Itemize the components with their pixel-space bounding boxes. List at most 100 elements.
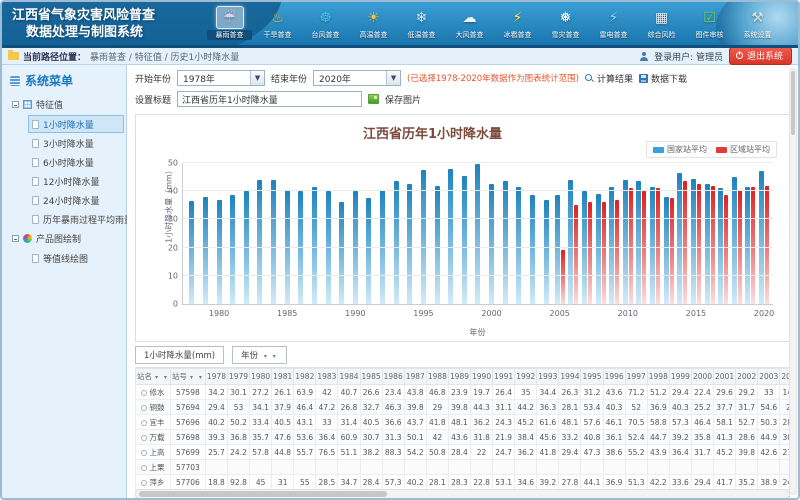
national-bar-1984[interactable] — [271, 180, 276, 304]
column-header-year-1988[interactable]: 1988 — [426, 369, 448, 385]
sort-arrows-icon[interactable]: ▾ ▾ — [155, 374, 169, 381]
regional-bar-2014[interactable] — [683, 181, 687, 304]
national-bar-1981[interactable] — [230, 195, 235, 304]
calculate-button[interactable]: 计算结果 — [585, 72, 633, 85]
national-bar-2011[interactable] — [636, 181, 641, 304]
column-header-year-1985[interactable]: 1985 — [360, 369, 382, 385]
national-bar-2003[interactable] — [530, 195, 535, 304]
national-bar-2019[interactable] — [745, 187, 750, 304]
nav-item-lightning[interactable]: ⚡雷电普查 — [591, 6, 636, 40]
scrollbar-thumb[interactable] — [791, 71, 795, 135]
national-bar-1983[interactable] — [257, 180, 262, 304]
table-row[interactable]: 宜丰5769640.250.233.440.543.13331.440.536.… — [136, 415, 791, 430]
column-header-year-1990[interactable]: 1990 — [471, 369, 493, 385]
row-select-radio[interactable] — [141, 420, 147, 426]
table-row[interactable]: 萍乡5770618.892.845315528.534.728.457.340.… — [136, 475, 791, 490]
tree-group-product-drawing[interactable]: 产品图绘制 — [2, 229, 126, 248]
national-bar-1980[interactable] — [217, 200, 222, 304]
row-select-radio[interactable] — [141, 390, 147, 396]
column-header-year-2003[interactable]: 2003 — [758, 369, 780, 385]
save-image-button[interactable]: 保存图片 — [385, 93, 421, 106]
station-name-cell[interactable]: 上高 — [136, 445, 171, 460]
nav-item-system-settings[interactable]: ⚒系统设置 — [735, 6, 780, 40]
nav-item-comprehensive-risk[interactable]: ▦综合风险 — [639, 6, 684, 40]
row-select-radio[interactable] — [141, 405, 147, 411]
chart-legend[interactable]: 国家站平均 区域站平均 — [646, 141, 777, 158]
column-header-year-1993[interactable]: 1993 — [537, 369, 559, 385]
national-bar-2009[interactable] — [609, 187, 614, 304]
national-bar-1996[interactable] — [435, 186, 440, 304]
national-bar-2018[interactable] — [732, 177, 737, 304]
regional-bar-2020[interactable] — [765, 186, 769, 304]
column-header-year-2001[interactable]: 2001 — [714, 369, 736, 385]
national-bar-2012[interactable] — [650, 187, 655, 304]
column-header-year-1987[interactable]: 1987 — [404, 369, 426, 385]
column-header-station-name[interactable]: 站名▾ ▾ — [136, 369, 171, 385]
row-select-radio[interactable] — [141, 465, 147, 471]
tree-item[interactable]: 6小时降水量 — [28, 153, 124, 171]
regional-bar-2015[interactable] — [697, 184, 701, 304]
tree-item[interactable]: 24小时降水量 — [28, 191, 124, 209]
nav-item-rainstorm[interactable]: ☔暴雨普查 — [207, 6, 252, 40]
national-bar-1979[interactable] — [203, 197, 208, 304]
regional-bar-2016[interactable] — [711, 186, 715, 304]
column-header-station-id[interactable]: 站号▾ ▾ — [170, 369, 205, 385]
column-header-year-1983[interactable]: 1983 — [316, 369, 338, 385]
vertical-scrollbar[interactable] — [789, 68, 797, 495]
column-header-year-1980[interactable]: 1980 — [250, 369, 272, 385]
station-table-scroll[interactable]: 站名▾ ▾站号▾ ▾197819791980198119821983198419… — [135, 367, 790, 498]
column-header-year-1986[interactable]: 1986 — [382, 369, 404, 385]
scrollbar-thumb[interactable] — [139, 491, 387, 497]
collapse-icon[interactable] — [12, 101, 19, 108]
tree-group-feature-values[interactable]: 特征值 — [2, 95, 126, 114]
national-bar-1987[interactable] — [312, 187, 317, 304]
collapse-icon[interactable] — [12, 235, 19, 242]
column-header-year-1984[interactable]: 1984 — [338, 369, 360, 385]
national-bar-1994[interactable] — [407, 184, 412, 304]
regional-bar-2005[interactable] — [561, 250, 565, 304]
nav-item-high-temp[interactable]: ☀高温普查 — [351, 6, 396, 40]
column-header-year-1979[interactable]: 1979 — [227, 369, 249, 385]
station-name-cell[interactable]: 宜丰 — [136, 415, 171, 430]
regional-bar-2017[interactable] — [724, 195, 728, 304]
tree-item[interactable]: 12小时降水量 — [28, 172, 124, 190]
column-header-year-1994[interactable]: 1994 — [559, 369, 581, 385]
start-year-select[interactable]: 1978年 ▼ — [177, 70, 265, 86]
nav-item-typhoon[interactable]: ☸台风普查 — [303, 6, 348, 40]
nav-item-map-review[interactable]: ☑图件审核 — [687, 6, 732, 40]
row-select-radio[interactable] — [141, 450, 147, 456]
national-bar-2005[interactable] — [555, 195, 560, 304]
column-header-year-1991[interactable]: 1991 — [493, 369, 515, 385]
table-row[interactable]: 上栗57703 — [136, 460, 791, 475]
station-name-cell[interactable]: 铜鼓 — [136, 400, 171, 415]
tree-item[interactable]: 3小时降水量 — [28, 134, 124, 152]
nav-item-drought[interactable]: ♨干旱普查 — [255, 6, 300, 40]
column-header-year-1997[interactable]: 1997 — [625, 369, 647, 385]
national-bar-2008[interactable] — [596, 194, 601, 304]
tree-item[interactable]: 1小时降水量 — [28, 115, 124, 133]
table-row[interactable]: 万载5769839.336.835.747.653.636.460.930.73… — [136, 430, 791, 445]
column-header-year-1981[interactable]: 1981 — [272, 369, 294, 385]
national-bar-1997[interactable] — [448, 169, 453, 304]
column-header-year-1992[interactable]: 1992 — [515, 369, 537, 385]
national-bar-2002[interactable] — [516, 187, 521, 304]
regional-bar-2019[interactable] — [751, 187, 755, 304]
national-bar-2006[interactable] — [568, 180, 573, 304]
column-header-year-1999[interactable]: 1999 — [669, 369, 691, 385]
row-select-radio[interactable] — [141, 480, 147, 486]
national-bar-2004[interactable] — [544, 200, 549, 304]
regional-bar-2006[interactable] — [574, 205, 578, 304]
table-row[interactable]: 修水5759834.230.127.226.163.94240.726.623.… — [136, 385, 791, 400]
column-header-year-1989[interactable]: 1989 — [448, 369, 470, 385]
national-bar-2013[interactable] — [664, 197, 669, 304]
national-bar-2010[interactable] — [623, 180, 628, 304]
column-header-year-1998[interactable]: 1998 — [647, 369, 669, 385]
table-row[interactable]: 铜鼓5769429.45334.137.946.447.226.832.746.… — [136, 400, 791, 415]
year-filter-dropdown[interactable]: 年份 ▾ ▾ — [232, 346, 287, 364]
column-header-year-2002[interactable]: 2002 — [736, 369, 758, 385]
national-bar-2016[interactable] — [705, 184, 710, 304]
column-header-year-2000[interactable]: 2000 — [691, 369, 713, 385]
nav-item-hail[interactable]: ⚡冰雹普查 — [495, 6, 540, 40]
regional-bar-2009[interactable] — [615, 200, 619, 304]
tree-item[interactable]: 历年暴雨过程平均雨量 — [28, 210, 124, 228]
